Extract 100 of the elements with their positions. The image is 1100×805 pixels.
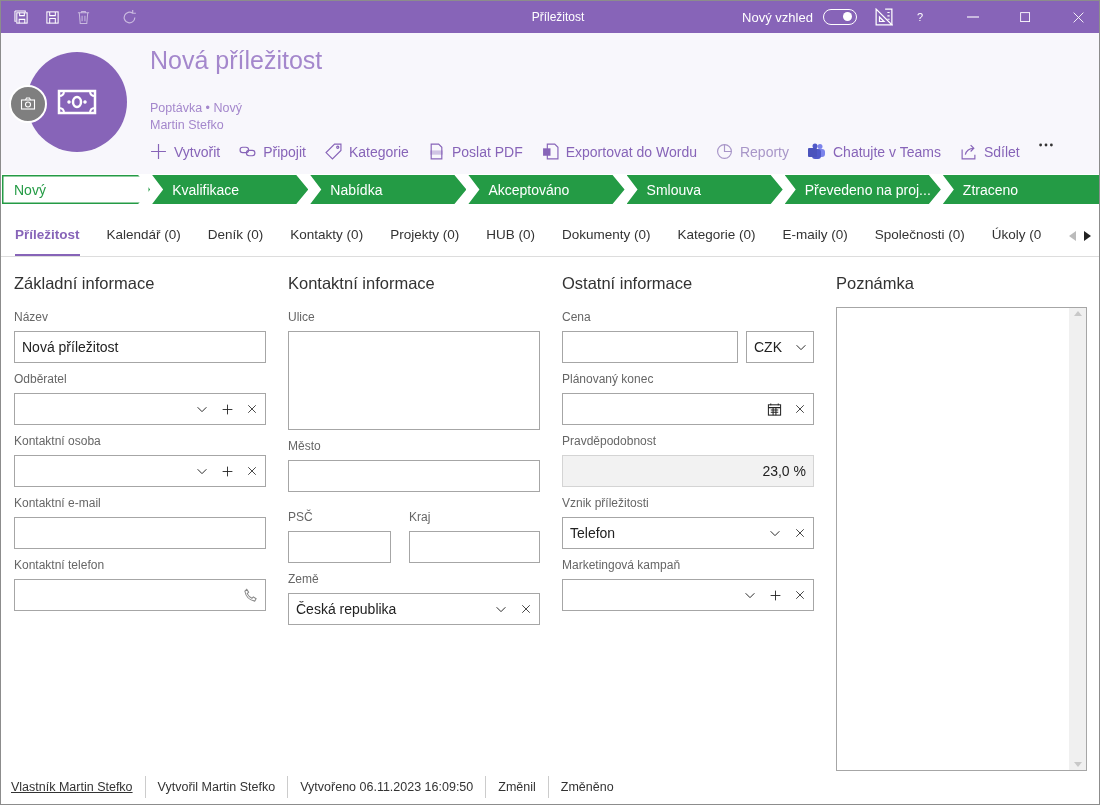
tag-icon <box>324 143 342 160</box>
section-heading: Kontaktní informace <box>288 272 436 294</box>
field-label: PSČ <box>288 510 314 526</box>
text-field[interactable] <box>288 531 391 563</box>
scroll-left-icon[interactable] <box>1069 230 1076 241</box>
field-label: Vznik příležitosti <box>562 496 650 512</box>
scroll-right-icon[interactable] <box>1084 230 1091 241</box>
close-icon <box>520 603 532 615</box>
price-field[interactable] <box>562 331 738 363</box>
toggle-label: Nový vzhled <box>742 9 813 25</box>
tab[interactable]: Úkoly (0 <box>991 215 1042 256</box>
close-icon <box>794 527 806 539</box>
text-field[interactable] <box>409 531 540 563</box>
field-label: Ulice <box>288 310 316 326</box>
tab[interactable]: E-maily (0) <box>782 215 848 256</box>
more-icon <box>1038 143 1053 147</box>
pie-chart-icon <box>715 143 733 160</box>
tab[interactable]: Kategorie (0) <box>677 215 756 256</box>
save-all-icon <box>14 9 29 25</box>
lookup-field[interactable] <box>562 579 814 611</box>
field-label: Marketingová kampaň <box>562 558 682 574</box>
toolbar-button[interactable]: Sdílet <box>959 143 1020 160</box>
stage-step[interactable]: Akceptováno <box>468 175 625 204</box>
section-heading: Poznámka <box>836 272 915 294</box>
section-heading: Ostatní informace <box>562 272 694 294</box>
field-label: Pravděpodobnost <box>562 434 658 450</box>
tab[interactable]: Kalendář (0) <box>106 215 181 256</box>
pdf-file-icon <box>427 143 445 160</box>
camera-button[interactable] <box>9 85 47 123</box>
field-label: Kontaktní e-mail <box>14 496 102 512</box>
tab[interactable]: Deník (0) <box>207 215 264 256</box>
toolbar-button[interactable]: Kategorie <box>324 143 409 160</box>
field-label: Kontaktní telefon <box>14 558 106 574</box>
tab[interactable]: Dokumenty (0) <box>561 215 651 256</box>
tab[interactable]: Příležitost <box>15 215 80 256</box>
stage-step[interactable]: Převedeno na proj... <box>784 175 941 204</box>
close-icon <box>794 589 806 601</box>
plus-icon <box>221 464 234 478</box>
field-label: Země <box>288 572 320 588</box>
close-icon <box>1072 10 1085 24</box>
close-icon <box>246 403 258 415</box>
stage-step[interactable]: Kvalifikace <box>152 175 309 204</box>
stage-step[interactable]: Smlouva <box>626 175 783 204</box>
record-owner: Martin Stefko <box>150 117 225 134</box>
currency-select[interactable]: CZK <box>746 331 814 363</box>
stage-step[interactable]: Nabídka <box>310 175 467 204</box>
select-field[interactable]: Česká republika <box>288 593 540 625</box>
toolbar-button[interactable]: Připojit <box>239 143 306 160</box>
date-field[interactable] <box>562 393 814 425</box>
toolbar-button[interactable]: Exportovat do Wordu <box>541 143 697 160</box>
toolbar-button[interactable]: Chatujte v Teams <box>808 143 941 160</box>
lookup-field[interactable] <box>14 455 266 487</box>
share-icon <box>959 143 977 160</box>
help-button[interactable]: ? <box>902 11 937 23</box>
maximize-icon <box>1019 10 1032 24</box>
record-title: Nová příležitost <box>150 46 324 76</box>
lookup-field[interactable] <box>14 393 266 425</box>
tab[interactable]: HUB (0) <box>486 215 535 256</box>
tab[interactable]: Projekty (0) <box>390 215 460 256</box>
text-field[interactable]: Nová příležitost <box>14 331 266 363</box>
field-label: Kontaktní osoba <box>14 434 102 450</box>
field-label: Plánovaný konec <box>562 372 655 388</box>
section-heading: Základní informace <box>14 272 156 294</box>
select-field[interactable]: Telefon <box>562 517 814 549</box>
text-field[interactable] <box>14 517 266 549</box>
text-area[interactable] <box>288 331 540 430</box>
camera-icon <box>20 96 36 112</box>
status-text: Změněno <box>547 776 626 798</box>
field-label: Kraj <box>409 510 432 526</box>
scroll-down-icon[interactable] <box>1073 762 1082 767</box>
stage-step[interactable]: Ztraceno <box>942 175 1099 204</box>
toolbar-button[interactable]: Poslat PDF <box>427 143 523 160</box>
tab[interactable]: Společnosti (0) <box>874 215 965 256</box>
field-label: Cena <box>562 310 592 326</box>
scrollbar[interactable] <box>1069 308 1086 770</box>
close-icon <box>246 465 258 477</box>
readonly-field: 23,0 % <box>562 455 814 487</box>
field-label: Město <box>288 439 322 455</box>
calendar-icon <box>767 401 782 417</box>
teams-icon <box>808 143 826 160</box>
owner-link[interactable]: Vlastník Martin Stefko <box>11 776 145 798</box>
plus-icon <box>150 143 167 160</box>
refresh-icon <box>121 8 138 26</box>
window-title: Příležitost <box>530 10 586 24</box>
toolbar-button[interactable]: Vytvořit <box>150 143 221 160</box>
plus-icon <box>221 402 234 416</box>
delete-icon <box>76 9 91 25</box>
phone-field[interactable] <box>14 579 266 611</box>
save-icon <box>45 9 60 25</box>
field-label: Název <box>14 310 49 326</box>
tab[interactable]: Kontakty (0) <box>290 215 364 256</box>
stage-step[interactable]: Nový <box>2 175 151 204</box>
scroll-up-icon[interactable] <box>1073 311 1082 316</box>
minimize-icon <box>967 16 979 18</box>
status-text: Změnil <box>485 776 548 798</box>
close-icon <box>794 403 806 415</box>
status-text: Vytvořeno 06.11.2023 16:09:50 <box>287 776 486 798</box>
record-status: Poptávka • Nový <box>150 100 243 117</box>
text-field[interactable] <box>288 460 540 492</box>
status-text: Vytvořil Martin Stefko <box>144 776 288 798</box>
